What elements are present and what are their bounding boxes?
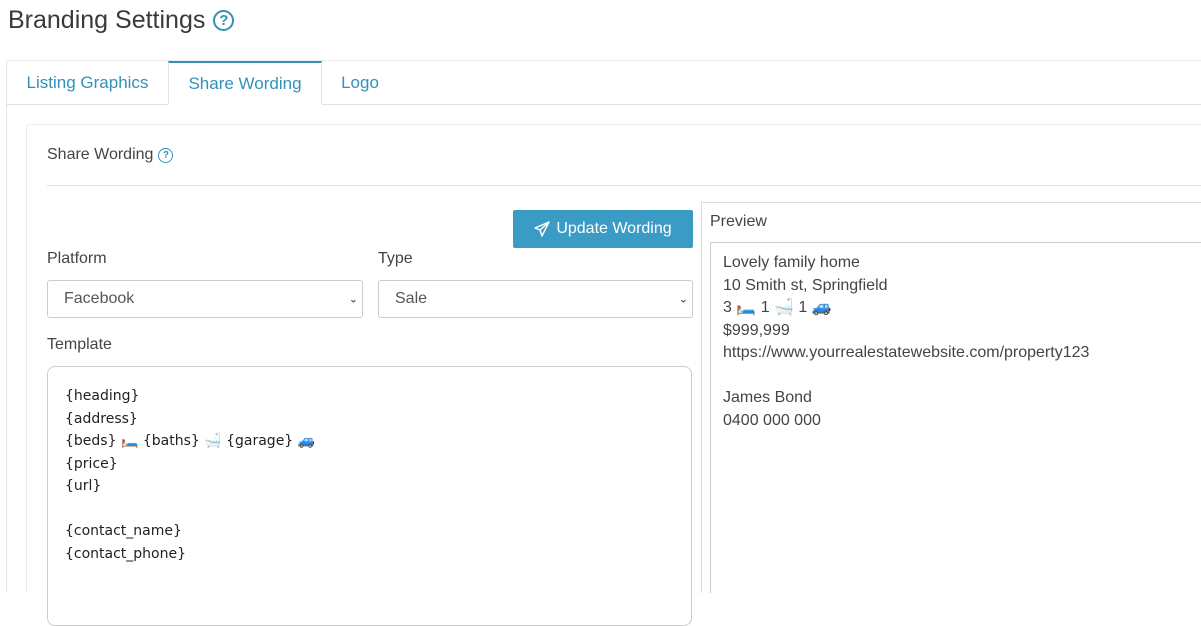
preview-features: 3 🛏️ 1 🛁 1 🚙 [723,299,832,316]
tab-share-wording[interactable]: Share Wording [168,61,322,105]
preview-address: 10 Smith st, Springfield [723,276,888,294]
update-wording-button[interactable]: Update Wording [513,210,693,248]
paper-plane-icon [534,221,551,237]
template-line: {address} [65,410,138,427]
preview-heading: Lovely family home [723,254,860,271]
template-line: {contact_name} [65,523,182,539]
preview-url: https://www.yourrealestatewebsite.com/pr… [723,344,1090,361]
platform-select[interactable]: Facebook ⌄ [47,280,363,318]
type-label: Type [378,250,413,267]
template-line: {heading} [65,388,140,404]
preview-price: $999,999 [723,321,790,339]
type-select[interactable]: Sale ⌄ [378,280,693,318]
card-title: Share Wording ? [47,146,174,164]
preview-blank-line [723,364,1189,387]
tab-logo[interactable]: Logo [322,61,398,104]
template-line: {contact_phone} [65,545,187,562]
template-label: Template [47,336,112,353]
template-line [65,498,674,521]
tab-listing-graphics[interactable]: Listing Graphics [6,61,168,104]
page-title-text: Branding Settings [8,6,206,34]
type-select-value: Sale [395,290,428,307]
chevron-down-icon: ⌄ [678,293,688,306]
chevron-down-icon: ⌄ [348,293,358,306]
preview-contact-phone: 0400 000 000 [723,411,821,429]
help-icon[interactable]: ? [213,10,235,31]
card-title-text: Share Wording [47,146,154,163]
platform-label: Platform [47,250,107,267]
update-wording-label: Update Wording [556,220,672,237]
template-textarea[interactable]: {heading} {address} {beds} 🛏️ {baths} 🛁 … [47,366,692,626]
template-line: {beds} 🛏️ {baths} 🛁 {garage} 🚙 [65,433,316,449]
help-icon[interactable]: ? [158,147,174,163]
preview-output: Lovely family home 10 Smith st, Springfi… [710,242,1201,593]
platform-select-value: Facebook [64,290,135,307]
preview-contact-name: James Bond [723,389,812,406]
template-line: {price} [65,455,118,472]
card-divider [47,185,1201,186]
page-title: Branding Settings ? [8,6,235,35]
template-line: {url} [65,478,102,494]
preview-label: Preview [710,213,767,230]
